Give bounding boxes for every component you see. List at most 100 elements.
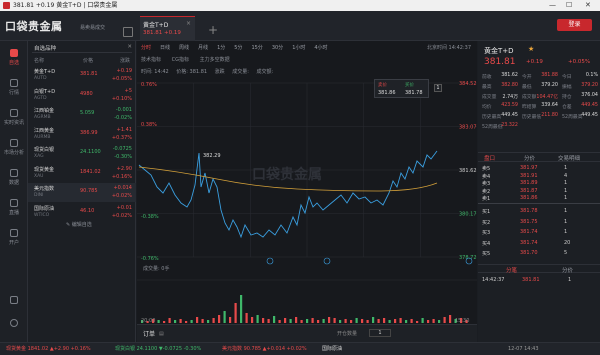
- watchlist-row[interactable]: 白银T+D AGTD 4980 +5 +0.10%: [28, 86, 136, 105]
- tab-orderbook[interactable]: 盘口: [484, 154, 495, 162]
- sidebar-item-account[interactable]: 开户: [0, 229, 28, 246]
- period-tabs: 分时 日线 周线 月线 1分 5分 15分 30分 1小时 4小时: [141, 44, 337, 52]
- volume-bar: [449, 315, 452, 323]
- bid-level: 买1: [482, 209, 491, 215]
- tab-tech-indicator[interactable]: 技术指标: [141, 57, 161, 63]
- sidebar-item-watchlist[interactable]: 自选: [0, 49, 28, 66]
- period-tab[interactable]: 5分: [234, 44, 242, 51]
- period-tab[interactable]: 1分: [217, 44, 225, 51]
- stat-value: 339.64: [541, 103, 558, 108]
- stat-item: 今开 381.88: [522, 73, 560, 80]
- volume-bar: [289, 319, 292, 323]
- period-tab[interactable]: 1小时: [292, 44, 305, 51]
- window-titlebar: 381.81 +0.19 黄金T+D | 口袋贵金属 — ☐ ✕: [0, 0, 600, 11]
- stat-key: 振幅: [562, 85, 572, 90]
- price-chart[interactable]: 0.76% 0.38% -0.38% -0.76% 384.52 383.07 381.62…: [137, 75, 477, 324]
- sidebar-item-news[interactable]: 实时资讯: [0, 109, 28, 126]
- ask-row[interactable]: 卖1 381.86 1: [478, 195, 600, 203]
- quick-quote-box: 卖价 买价 381.86 381.78 1: [374, 79, 442, 98]
- tab-price-dist[interactable]: 分价: [524, 154, 535, 162]
- sidebar-item-label: 实时资讯: [3, 120, 24, 126]
- ask-price: 381.97: [520, 165, 538, 171]
- sidebar-item-live[interactable]: 直播: [0, 199, 28, 216]
- stat-item: 52周最低 23.322: [482, 123, 520, 130]
- minimize-button[interactable]: —: [549, 0, 556, 11]
- edit-watchlist-label: 编辑自选: [71, 222, 92, 228]
- account-icon: [10, 229, 18, 237]
- sidebar-item-label: 市场分析: [3, 150, 24, 156]
- bid-qty: 5: [564, 250, 568, 256]
- bid-row[interactable]: 买4 381.74 20: [478, 240, 600, 248]
- detail-price: 381.81: [484, 57, 516, 67]
- bid-row[interactable]: 买5 381.70 5: [478, 250, 600, 258]
- tab-gold-td[interactable]: 黄金T+D × 381.81 +0.19: [140, 16, 195, 41]
- volume-bar: [344, 319, 347, 323]
- ask-level: 卖5: [482, 166, 491, 172]
- stat-item: 持仓 376.04: [562, 93, 600, 100]
- open-qty-input[interactable]: 1: [369, 329, 391, 337]
- buy-price[interactable]: 381.78: [405, 90, 423, 96]
- stat-value: 449.45: [581, 113, 598, 118]
- maximize-button[interactable]: ☐: [566, 0, 572, 11]
- volume-bar: [267, 319, 270, 323]
- bid-row[interactable]: 买3 381.74 1: [478, 229, 600, 237]
- quote-qty[interactable]: 1: [434, 84, 442, 92]
- volume-bar: [328, 317, 331, 323]
- watchlist-row[interactable]: 黄金T+D AUTD 381.81 +0.19 +0.05%: [28, 66, 136, 85]
- period-tab[interactable]: 周线: [179, 44, 189, 51]
- trade-tabs: 分笔 分价: [478, 264, 600, 274]
- stat-item: 最低 379.20: [522, 83, 560, 90]
- watchlist-row[interactable]: 美元指数 DINI 90.785 +0.014 +0.02%: [28, 183, 136, 202]
- stat-value: 382.80: [501, 83, 518, 88]
- bid-row[interactable]: 买1 381.78 1: [478, 208, 600, 216]
- tab-cg-indicator[interactable]: CG指标: [172, 57, 189, 63]
- sidebar-item-quotes[interactable]: 行情: [0, 79, 28, 96]
- stat-item: 前收 381.62: [482, 73, 520, 80]
- period-tab[interactable]: 日线: [160, 44, 170, 51]
- tab-trade-detail[interactable]: 交易明细: [558, 154, 580, 162]
- sidebar-item-label: 开户: [8, 240, 19, 246]
- watchlist-row[interactable]: 现货白银 XAG 24.1100 -0.0725 -0.30%: [28, 144, 136, 163]
- price-tick-label: 381.62: [459, 168, 477, 174]
- volume-bar: [256, 315, 259, 323]
- watchlist-row[interactable]: 江西铂金 AGRMB 5.059 -0.001 -0.02%: [28, 105, 136, 124]
- row-pct: +0.02%: [111, 212, 132, 219]
- open-qty-label: 开仓数量: [337, 331, 358, 337]
- tab-main-force[interactable]: 主力多空数据: [200, 57, 230, 63]
- stat-item: 成交量 2.74万: [482, 93, 520, 100]
- tab-tick-price[interactable]: 分价: [562, 266, 573, 274]
- stat-key: 昨结算: [522, 105, 537, 110]
- order-toggle-icon[interactable]: ▤: [159, 331, 164, 337]
- sell-price[interactable]: 381.86: [378, 90, 396, 96]
- login-button[interactable]: 登录: [557, 19, 592, 31]
- row-change: +0.01: [116, 204, 132, 211]
- watchlist-row[interactable]: 现货黄金 XAU 1841.02 +2.90 +0.16%: [28, 164, 136, 183]
- volume-bar: [251, 317, 254, 323]
- status-bar: 现货黄金 1841.02 ▲+2.90 +0.16% 现货白银 24.1100 …: [0, 342, 600, 355]
- tab-list-icon[interactable]: [123, 27, 133, 37]
- sidebar-item-analysis[interactable]: 市场分析: [0, 139, 28, 156]
- row-pct: +0.02%: [111, 193, 132, 199]
- watchlist-row[interactable]: 国际原油 WTICO 46.10 +0.01 +0.02%: [28, 203, 136, 222]
- tab-ticks[interactable]: 分笔: [506, 266, 517, 274]
- period-tab[interactable]: 15分: [251, 44, 262, 51]
- add-tab-button[interactable]: +: [208, 23, 218, 37]
- volume-label: 成交量: 0手: [143, 266, 170, 272]
- edit-watchlist-button[interactable]: ✎ 编辑自选: [66, 221, 92, 228]
- watchlist-row[interactable]: 江西黄金 AURMB 386.99 +1.41 +0.37%: [28, 125, 136, 144]
- period-tab[interactable]: 月线: [198, 44, 208, 51]
- stat-value: 379.20: [581, 83, 598, 88]
- mail-button[interactable]: [0, 296, 28, 306]
- star-icon[interactable]: ★: [528, 45, 534, 53]
- bid-row[interactable]: 买2 381.75 1: [478, 219, 600, 227]
- stat-value: 0.1%: [585, 73, 598, 78]
- stat-value: 449.45: [581, 103, 598, 108]
- close-button[interactable]: ✕: [585, 0, 591, 11]
- watchlist-close-icon[interactable]: ✕: [127, 44, 132, 50]
- period-tab[interactable]: 30分: [272, 44, 283, 51]
- sidebar-item-data[interactable]: 数据: [0, 169, 28, 186]
- period-tab[interactable]: 4小时: [314, 44, 327, 51]
- tab-close-icon[interactable]: ×: [186, 20, 191, 27]
- settings-button[interactable]: [0, 319, 28, 329]
- period-tab[interactable]: 分时: [141, 44, 151, 51]
